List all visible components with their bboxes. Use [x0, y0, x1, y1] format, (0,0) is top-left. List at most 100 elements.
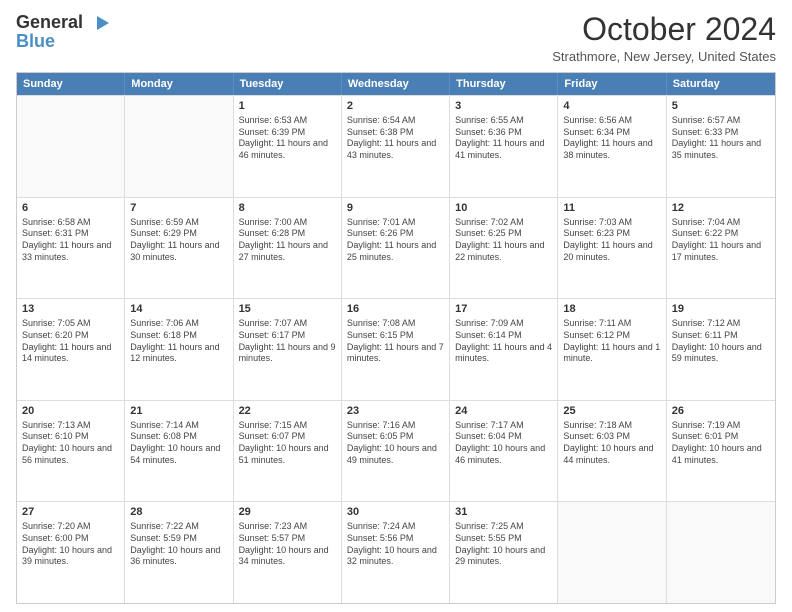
day-header-wednesday: Wednesday: [342, 73, 450, 95]
day-info: Sunrise: 7:03 AMSunset: 6:23 PMDaylight:…: [563, 217, 660, 264]
day-info: Sunrise: 7:08 AMSunset: 6:15 PMDaylight:…: [347, 318, 444, 365]
calendar-cell: 3Sunrise: 6:55 AMSunset: 6:36 PMDaylight…: [450, 96, 558, 197]
day-info: Sunrise: 7:25 AMSunset: 5:55 PMDaylight:…: [455, 521, 552, 568]
calendar-cell: 12Sunrise: 7:04 AMSunset: 6:22 PMDayligh…: [667, 198, 775, 299]
day-number: 19: [672, 302, 770, 317]
day-number: 4: [563, 99, 660, 114]
calendar-cell: 5Sunrise: 6:57 AMSunset: 6:33 PMDaylight…: [667, 96, 775, 197]
logo-icon: [89, 12, 111, 34]
calendar-cell: [558, 502, 666, 603]
day-number: 8: [239, 201, 336, 216]
calendar-cell: 1Sunrise: 6:53 AMSunset: 6:39 PMDaylight…: [234, 96, 342, 197]
calendar-cell: 7Sunrise: 6:59 AMSunset: 6:29 PMDaylight…: [125, 198, 233, 299]
day-info: Sunrise: 7:04 AMSunset: 6:22 PMDaylight:…: [672, 217, 770, 264]
calendar-cell: 14Sunrise: 7:06 AMSunset: 6:18 PMDayligh…: [125, 299, 233, 400]
day-number: 14: [130, 302, 227, 317]
calendar-cell: [667, 502, 775, 603]
calendar-cell: 26Sunrise: 7:19 AMSunset: 6:01 PMDayligh…: [667, 401, 775, 502]
calendar-cell: 31Sunrise: 7:25 AMSunset: 5:55 PMDayligh…: [450, 502, 558, 603]
day-info: Sunrise: 7:18 AMSunset: 6:03 PMDaylight:…: [563, 420, 660, 467]
day-number: 6: [22, 201, 119, 216]
day-info: Sunrise: 7:16 AMSunset: 6:05 PMDaylight:…: [347, 420, 444, 467]
calendar-cell: [125, 96, 233, 197]
calendar-cell: 4Sunrise: 6:56 AMSunset: 6:34 PMDaylight…: [558, 96, 666, 197]
day-number: 28: [130, 505, 227, 520]
day-number: 16: [347, 302, 444, 317]
calendar-week-4: 20Sunrise: 7:13 AMSunset: 6:10 PMDayligh…: [17, 400, 775, 502]
day-number: 13: [22, 302, 119, 317]
day-info: Sunrise: 7:19 AMSunset: 6:01 PMDaylight:…: [672, 420, 770, 467]
day-info: Sunrise: 7:15 AMSunset: 6:07 PMDaylight:…: [239, 420, 336, 467]
day-info: Sunrise: 7:01 AMSunset: 6:26 PMDaylight:…: [347, 217, 444, 264]
day-info: Sunrise: 7:11 AMSunset: 6:12 PMDaylight:…: [563, 318, 660, 365]
day-number: 29: [239, 505, 336, 520]
calendar-cell: 13Sunrise: 7:05 AMSunset: 6:20 PMDayligh…: [17, 299, 125, 400]
day-info: Sunrise: 6:53 AMSunset: 6:39 PMDaylight:…: [239, 115, 336, 162]
calendar-cell: 16Sunrise: 7:08 AMSunset: 6:15 PMDayligh…: [342, 299, 450, 400]
subtitle: Strathmore, New Jersey, United States: [552, 49, 776, 64]
day-number: 24: [455, 404, 552, 419]
day-number: 12: [672, 201, 770, 216]
calendar-week-5: 27Sunrise: 7:20 AMSunset: 6:00 PMDayligh…: [17, 501, 775, 603]
day-info: Sunrise: 7:09 AMSunset: 6:14 PMDaylight:…: [455, 318, 552, 365]
day-info: Sunrise: 7:13 AMSunset: 6:10 PMDaylight:…: [22, 420, 119, 467]
day-number: 5: [672, 99, 770, 114]
calendar-week-2: 6Sunrise: 6:58 AMSunset: 6:31 PMDaylight…: [17, 197, 775, 299]
calendar-cell: 28Sunrise: 7:22 AMSunset: 5:59 PMDayligh…: [125, 502, 233, 603]
day-info: Sunrise: 6:58 AMSunset: 6:31 PMDaylight:…: [22, 217, 119, 264]
logo: General Blue: [16, 12, 111, 52]
calendar-week-1: 1Sunrise: 6:53 AMSunset: 6:39 PMDaylight…: [17, 95, 775, 197]
day-number: 18: [563, 302, 660, 317]
day-info: Sunrise: 7:00 AMSunset: 6:28 PMDaylight:…: [239, 217, 336, 264]
day-info: Sunrise: 6:57 AMSunset: 6:33 PMDaylight:…: [672, 115, 770, 162]
calendar-cell: 20Sunrise: 7:13 AMSunset: 6:10 PMDayligh…: [17, 401, 125, 502]
day-number: 23: [347, 404, 444, 419]
day-number: 27: [22, 505, 119, 520]
day-number: 2: [347, 99, 444, 114]
day-number: 11: [563, 201, 660, 216]
day-info: Sunrise: 7:06 AMSunset: 6:18 PMDaylight:…: [130, 318, 227, 365]
calendar-cell: 18Sunrise: 7:11 AMSunset: 6:12 PMDayligh…: [558, 299, 666, 400]
calendar-cell: 8Sunrise: 7:00 AMSunset: 6:28 PMDaylight…: [234, 198, 342, 299]
day-info: Sunrise: 7:05 AMSunset: 6:20 PMDaylight:…: [22, 318, 119, 365]
day-info: Sunrise: 6:55 AMSunset: 6:36 PMDaylight:…: [455, 115, 552, 162]
day-number: 1: [239, 99, 336, 114]
day-number: 26: [672, 404, 770, 419]
calendar-header: SundayMondayTuesdayWednesdayThursdayFrid…: [17, 73, 775, 95]
day-info: Sunrise: 6:59 AMSunset: 6:29 PMDaylight:…: [130, 217, 227, 264]
month-title: October 2024: [552, 12, 776, 47]
day-header-monday: Monday: [125, 73, 233, 95]
day-info: Sunrise: 6:54 AMSunset: 6:38 PMDaylight:…: [347, 115, 444, 162]
title-block: October 2024 Strathmore, New Jersey, Uni…: [552, 12, 776, 64]
day-number: 10: [455, 201, 552, 216]
calendar-cell: 23Sunrise: 7:16 AMSunset: 6:05 PMDayligh…: [342, 401, 450, 502]
calendar-cell: 15Sunrise: 7:07 AMSunset: 6:17 PMDayligh…: [234, 299, 342, 400]
day-info: Sunrise: 7:20 AMSunset: 6:00 PMDaylight:…: [22, 521, 119, 568]
day-number: 15: [239, 302, 336, 317]
day-info: Sunrise: 7:07 AMSunset: 6:17 PMDaylight:…: [239, 318, 336, 365]
calendar-cell: 24Sunrise: 7:17 AMSunset: 6:04 PMDayligh…: [450, 401, 558, 502]
header: General Blue October 2024 Strathmore, Ne…: [16, 12, 776, 64]
day-number: 25: [563, 404, 660, 419]
calendar-cell: 25Sunrise: 7:18 AMSunset: 6:03 PMDayligh…: [558, 401, 666, 502]
calendar-cell: [17, 96, 125, 197]
calendar-cell: 11Sunrise: 7:03 AMSunset: 6:23 PMDayligh…: [558, 198, 666, 299]
calendar-body: 1Sunrise: 6:53 AMSunset: 6:39 PMDaylight…: [17, 95, 775, 603]
calendar-cell: 6Sunrise: 6:58 AMSunset: 6:31 PMDaylight…: [17, 198, 125, 299]
day-number: 31: [455, 505, 552, 520]
day-header-saturday: Saturday: [667, 73, 775, 95]
day-header-friday: Friday: [558, 73, 666, 95]
day-number: 20: [22, 404, 119, 419]
calendar-cell: 10Sunrise: 7:02 AMSunset: 6:25 PMDayligh…: [450, 198, 558, 299]
page: General Blue October 2024 Strathmore, Ne…: [0, 0, 792, 612]
day-info: Sunrise: 7:22 AMSunset: 5:59 PMDaylight:…: [130, 521, 227, 568]
day-info: Sunrise: 6:56 AMSunset: 6:34 PMDaylight:…: [563, 115, 660, 162]
calendar-cell: 30Sunrise: 7:24 AMSunset: 5:56 PMDayligh…: [342, 502, 450, 603]
calendar-cell: 2Sunrise: 6:54 AMSunset: 6:38 PMDaylight…: [342, 96, 450, 197]
day-header-tuesday: Tuesday: [234, 73, 342, 95]
calendar-cell: 21Sunrise: 7:14 AMSunset: 6:08 PMDayligh…: [125, 401, 233, 502]
day-number: 21: [130, 404, 227, 419]
day-info: Sunrise: 7:24 AMSunset: 5:56 PMDaylight:…: [347, 521, 444, 568]
calendar-cell: 19Sunrise: 7:12 AMSunset: 6:11 PMDayligh…: [667, 299, 775, 400]
day-info: Sunrise: 7:17 AMSunset: 6:04 PMDaylight:…: [455, 420, 552, 467]
